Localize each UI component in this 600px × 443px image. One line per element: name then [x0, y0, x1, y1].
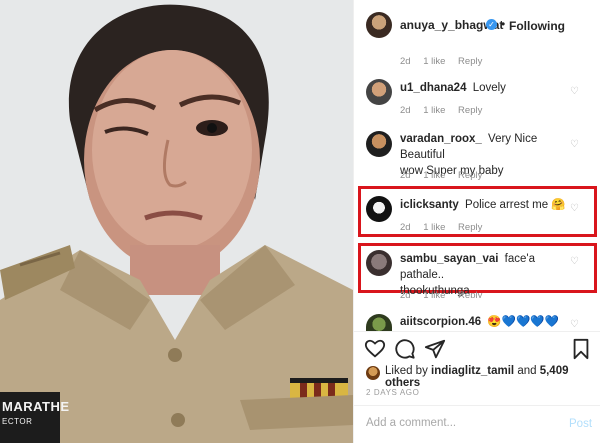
- caption-reply[interactable]: Reply: [458, 56, 482, 67]
- likes-summary: Liked by indiaglitz_tamil and 5,409 othe…: [385, 365, 600, 389]
- comment-username[interactable]: sambu_sayan_vai: [400, 253, 498, 265]
- comment-body: iclicksanty Police arrest me 🤗: [400, 197, 566, 213]
- post-button[interactable]: Post: [569, 418, 592, 430]
- caption-meta: 2d 1 like Reply: [400, 56, 492, 67]
- comment-username[interactable]: aiitscorpion.46: [400, 316, 481, 328]
- comment-reply[interactable]: Reply: [458, 222, 482, 233]
- avatar[interactable]: [366, 250, 392, 276]
- comment-text: Lovely: [472, 82, 506, 94]
- name-tag: MARATHE ECTOR: [0, 392, 70, 443]
- comment-likes[interactable]: 1 like: [423, 170, 445, 181]
- like-heart-icon[interactable]: ♡: [570, 87, 580, 97]
- caption-time: 2d: [400, 56, 411, 67]
- verified-badge-icon: ✓: [486, 19, 497, 30]
- likes-user[interactable]: indiaglitz_tamil: [431, 365, 514, 377]
- avatar[interactable]: [366, 79, 392, 105]
- comment-username[interactable]: u1_dhana24: [400, 82, 466, 94]
- bookmark-icon[interactable]: [570, 338, 592, 360]
- comments-panel: anuya_y_bhagwat ✓ • Following 2d 1 like …: [353, 0, 600, 443]
- comment-username[interactable]: varadan_roox_: [400, 133, 482, 145]
- comment-meta: 2d 1 like Reply: [400, 290, 492, 298]
- avatar[interactable]: [366, 12, 392, 38]
- comment-likes[interactable]: 1 like: [423, 222, 445, 233]
- comment-body: aiitscorpion.46 😍💙💙💙💙: [400, 314, 559, 331]
- caption-likes[interactable]: 1 like: [423, 56, 445, 67]
- comment-reply[interactable]: Reply: [458, 290, 482, 298]
- comment-time: 2d: [400, 222, 411, 233]
- photo-illustration: [0, 0, 353, 443]
- share-icon[interactable]: [424, 338, 446, 360]
- avatar[interactable]: [366, 131, 392, 157]
- comment-meta: 2d 1 like Reply: [400, 170, 492, 181]
- comment-username[interactable]: iclicksanty: [400, 199, 459, 211]
- comment-time: 2d: [400, 170, 411, 181]
- name-tag-subtext: ECTOR: [2, 417, 33, 426]
- comment-meta: 2d 1 like Reply: [400, 105, 492, 116]
- comment-body: u1_dhana24 Lovely: [400, 80, 506, 96]
- name-tag-text: MARATHE: [2, 399, 70, 414]
- avatar[interactable]: [366, 196, 392, 222]
- likes-prefix: Liked by: [385, 365, 428, 377]
- post-header: anuya_y_bhagwat ✓ • Following: [354, 0, 600, 50]
- like-heart-icon[interactable]: ♡: [570, 204, 580, 214]
- comment-meta: 2d 1 like Reply: [400, 222, 492, 233]
- like-heart-icon[interactable]: [364, 338, 386, 360]
- like-heart-icon[interactable]: ♡: [570, 140, 580, 150]
- comment-input[interactable]: [366, 417, 546, 429]
- following-button[interactable]: Following: [509, 19, 565, 33]
- likes-and: and: [517, 365, 537, 377]
- separator-dot: •: [501, 17, 506, 31]
- comment-likes[interactable]: 1 like: [423, 290, 445, 298]
- comment-icon[interactable]: [394, 338, 416, 360]
- comment-time: 2d: [400, 290, 411, 298]
- like-heart-icon[interactable]: ♡: [570, 257, 580, 267]
- comment-reply[interactable]: Reply: [458, 170, 482, 181]
- comment-likes[interactable]: 1 like: [423, 105, 445, 116]
- comment-text: 😍💙💙💙💙: [487, 316, 559, 328]
- action-bar: [354, 331, 600, 360]
- like-heart-icon[interactable]: ♡: [570, 320, 580, 330]
- comment-time: 2d: [400, 105, 411, 116]
- post-photo[interactable]: MARATHE ECTOR: [0, 0, 353, 443]
- post-time[interactable]: 2 DAYS AGO: [366, 388, 419, 397]
- comment-reply[interactable]: Reply: [458, 105, 482, 116]
- avatar[interactable]: [366, 366, 380, 380]
- comment-text: Police arrest me 🤗: [465, 199, 566, 211]
- add-comment-bar: Post: [354, 405, 600, 443]
- avatar[interactable]: [366, 314, 392, 331]
